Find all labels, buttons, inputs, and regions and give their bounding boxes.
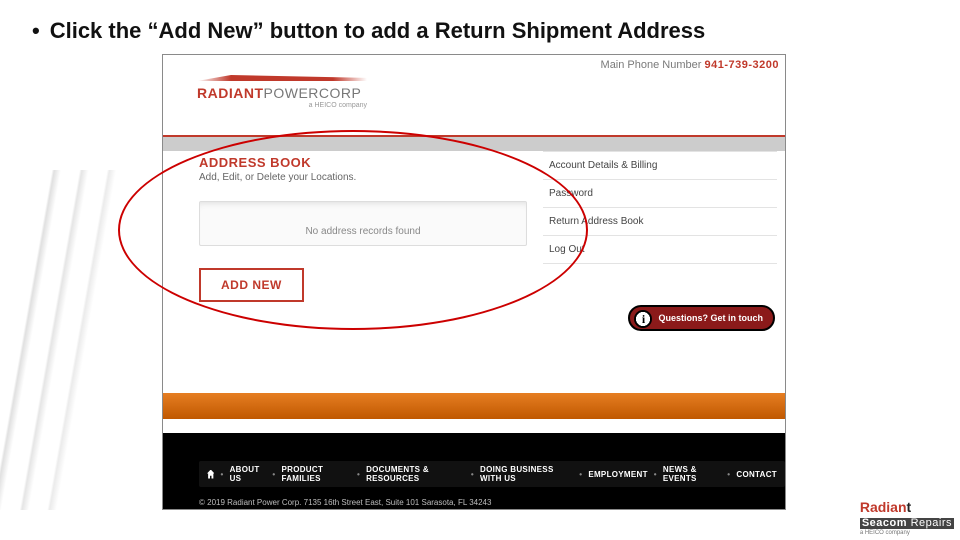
sidebar-item-password[interactable]: Password <box>543 180 777 208</box>
panel-subtitle: Add, Edit, or Delete your Locations. <box>199 172 527 183</box>
logo-text: RADIANTPOWERCORP <box>197 85 367 101</box>
site-header: RADIANTPOWERCORP a HEICO company Main Ph… <box>163 55 785 137</box>
header-separator <box>163 137 785 151</box>
empty-records-message: No address records found <box>199 201 527 246</box>
address-book-panel: ADDRESS BOOK Add, Edit, or Delete your L… <box>163 151 543 302</box>
phone-display: Main Phone Number 941-739-3200 <box>601 59 779 71</box>
nav-about[interactable]: ABOUT US <box>230 465 267 483</box>
seacom-line1: Radiant <box>860 500 954 514</box>
nav-employment[interactable]: EMPLOYMENT <box>588 470 647 479</box>
seacom-line2: Seacom Repairs <box>860 518 954 529</box>
nav-news[interactable]: NEWS & EVENTS <box>663 465 721 483</box>
copyright-text: © 2019 Radiant Power Corp. 7135 16th Str… <box>199 498 491 507</box>
nav-products[interactable]: PRODUCT FAMILIES <box>281 465 350 483</box>
footer-nav: • ABOUT US • PRODUCT FAMILIES • DOCUMENT… <box>199 461 785 487</box>
nav-documents[interactable]: DOCUMENTS & RESOURCES <box>366 465 465 483</box>
instruction-text: Click the “Add New” button to add a Retu… <box>32 18 705 44</box>
account-side-menu: Account Details & Billing Password Retur… <box>543 151 785 302</box>
screenshot-frame: RADIANTPOWERCORP a HEICO company Main Ph… <box>162 54 786 510</box>
seacom-sub: a HEICO company <box>860 530 954 536</box>
nav-business[interactable]: DOING BUSINESS WITH US <box>480 465 573 483</box>
nav-contact[interactable]: CONTACT <box>736 470 777 479</box>
phone-number: 941-739-3200 <box>704 59 779 71</box>
logo-primary: RADIANT <box>197 85 264 101</box>
panel-title: ADDRESS BOOK <box>199 155 527 170</box>
seacom-logo: Radiant Seacom Repairs a HEICO company <box>860 500 954 536</box>
phone-label: Main Phone Number <box>601 59 705 71</box>
logo-subtitle: a HEICO company <box>197 102 367 109</box>
main-content: ADDRESS BOOK Add, Edit, or Delete your L… <box>163 151 785 302</box>
add-new-button[interactable]: ADD NEW <box>199 268 304 302</box>
nav-orange-band <box>163 393 785 419</box>
logo-swoosh-icon <box>197 69 367 83</box>
contact-bubble-label: Questions? Get in touch <box>658 313 763 323</box>
sidebar-item-account[interactable]: Account Details & Billing <box>543 151 777 180</box>
home-icon[interactable] <box>207 470 214 479</box>
sidebar-item-return-address[interactable]: Return Address Book <box>543 208 777 236</box>
sidebar-item-logout[interactable]: Log Out <box>543 236 777 264</box>
decorative-streaks <box>0 170 130 510</box>
contact-bubble[interactable]: Questions? Get in touch <box>628 305 775 331</box>
logo-secondary: POWERCORP <box>264 85 362 101</box>
brand-logo: RADIANTPOWERCORP a HEICO company <box>197 69 367 109</box>
site-footer: • ABOUT US • PRODUCT FAMILIES • DOCUMENT… <box>163 433 785 509</box>
